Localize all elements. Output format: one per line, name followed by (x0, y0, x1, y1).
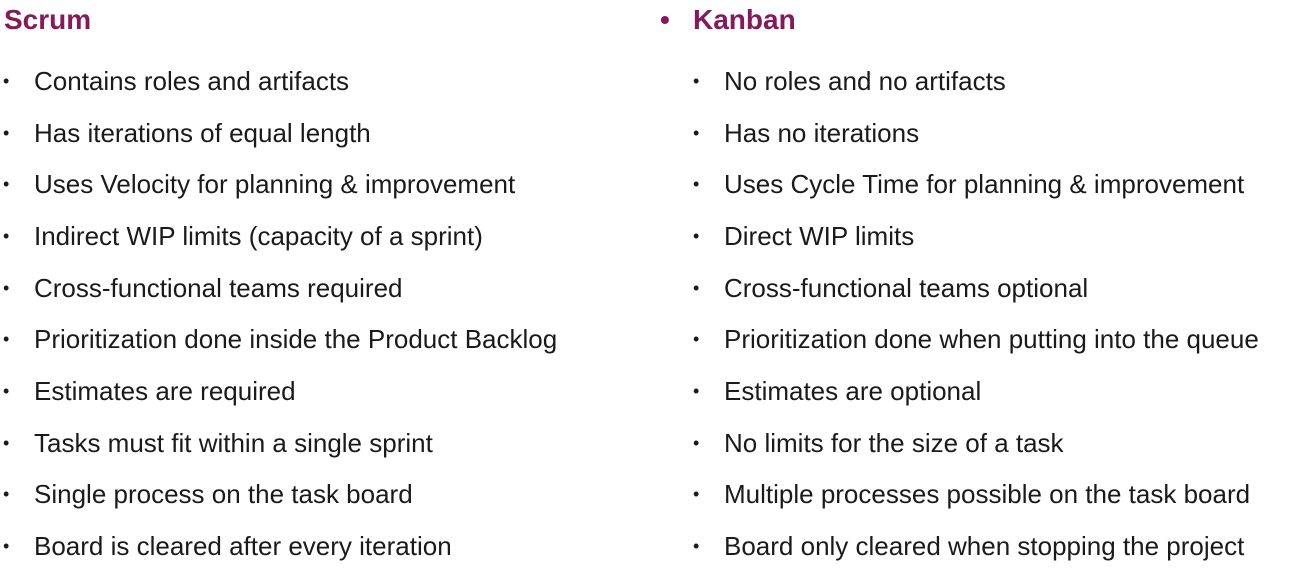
bullet-icon: • (3, 484, 10, 505)
kanban-heading: • Kanban (660, 2, 796, 38)
bullet-icon: • (693, 329, 700, 350)
bullet-icon: • (693, 122, 700, 143)
bullet-icon: • (3, 380, 10, 401)
list-item: • Direct WIP limits (690, 210, 1259, 262)
bullet-icon: • (3, 70, 10, 91)
bullet-icon: • (3, 432, 10, 453)
list-item-text: Indirect WIP limits (capacity of a sprin… (34, 220, 483, 251)
list-item: • Uses Cycle Time for planning & improvem… (690, 158, 1259, 210)
list-item-text: Tasks must fit within a single sprint (34, 427, 433, 458)
bullet-icon: • (3, 536, 10, 557)
list-item: • Estimates are optional (690, 365, 1259, 417)
list-item: • No limits for the size of a task (690, 417, 1259, 469)
kanban-list: • No roles and no artifacts • Has no itera… (690, 55, 1259, 572)
list-item-text: No roles and no artifacts (724, 65, 1006, 96)
list-item-text: Board is cleared after every iteration (34, 531, 452, 562)
list-item: • Prioritization done inside the Product … (0, 313, 557, 365)
bullet-icon: • (693, 277, 700, 298)
list-item-text: Has no iterations (724, 117, 920, 148)
list-item: • Estimates are required (0, 365, 557, 417)
bullet-icon: • (3, 277, 10, 298)
list-item-text: No limits for the size of a task (724, 427, 1064, 458)
list-item: • No roles and no artifacts (690, 55, 1259, 107)
list-item: • Uses Velocity for planning & improvemen… (0, 158, 557, 210)
list-item-text: Multiple processes possible on the task … (724, 479, 1251, 510)
list-item-text: Prioritization done inside the Product B… (34, 324, 558, 355)
scrum-heading: Scrum (4, 2, 91, 38)
list-item: • Board is cleared after every iteration (0, 520, 557, 572)
list-item-text: Single process on the task board (34, 479, 413, 510)
bullet-icon: • (3, 122, 10, 143)
list-item-text: Prioritization done when putting into th… (724, 324, 1259, 355)
bullet-icon: • (693, 536, 700, 557)
list-item-text: Estimates are optional (724, 375, 982, 406)
bullet-icon: • (693, 380, 700, 401)
list-item: • Single process on the task board (0, 469, 557, 521)
list-item: • Contains roles and artifacts (0, 55, 557, 107)
bullet-icon: • (3, 174, 10, 195)
list-item-text: Estimates are required (34, 375, 296, 406)
bullet-icon: • (3, 329, 10, 350)
bullet-icon: • (693, 70, 700, 91)
bullet-icon: • (693, 174, 700, 195)
list-item-text: Cross-functional teams optional (724, 272, 1089, 303)
heading-bullet-icon: • (660, 4, 670, 35)
bullet-icon: • (3, 225, 10, 246)
list-item: • Board only cleared when stopping the pr… (690, 520, 1259, 572)
scrum-heading-label: Scrum (4, 4, 92, 35)
list-item-text: Uses Cycle Time for planning & improveme… (724, 169, 1245, 200)
kanban-heading-label: Kanban (693, 4, 796, 35)
list-item: • Cross-functional teams optional (690, 262, 1259, 314)
list-item-text: Board only cleared when stopping the pro… (724, 531, 1245, 562)
list-item: • Cross-functional teams required (0, 262, 557, 314)
list-item-text: Direct WIP limits (724, 220, 915, 251)
bullet-icon: • (693, 225, 700, 246)
list-item-text: Has iterations of equal length (34, 117, 371, 148)
bullet-icon: • (693, 432, 700, 453)
list-item-text: Contains roles and artifacts (34, 65, 350, 96)
list-item: • Prioritization done when putting into t… (690, 313, 1259, 365)
list-item: • Has no iterations (690, 107, 1259, 159)
list-item-text: Uses Velocity for planning & improvement (34, 169, 516, 200)
list-item: • Tasks must fit within a single sprint (0, 417, 557, 469)
list-item-text: Cross-functional teams required (34, 272, 403, 303)
bullet-icon: • (693, 484, 700, 505)
list-item: • Multiple processes possible on the task… (690, 469, 1259, 521)
scrum-list: • Contains roles and artifacts • Has itera… (0, 55, 557, 572)
list-item: • Indirect WIP limits (capacity of a spri… (0, 210, 557, 262)
list-item: • Has iterations of equal length (0, 107, 557, 159)
